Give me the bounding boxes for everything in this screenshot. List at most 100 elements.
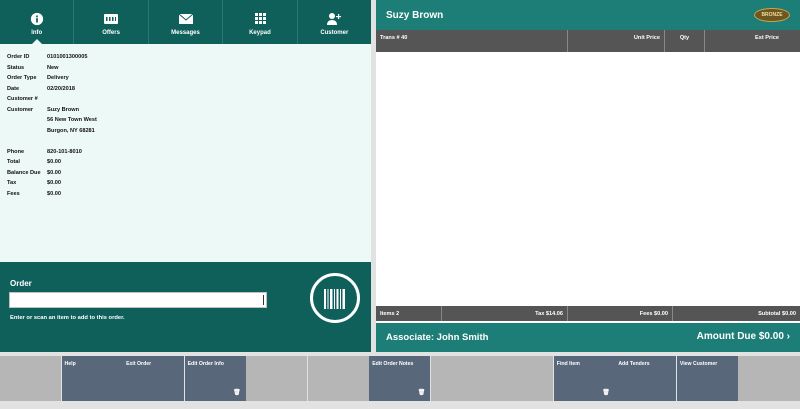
detail-row: Burgon, NY 68281 — [7, 128, 337, 139]
detail-row: Tax $0.00 — [7, 180, 337, 191]
footer-button-exit-order[interactable]: Exit Order — [123, 356, 185, 401]
detail-row: Customer Suzy Brown — [7, 107, 337, 118]
trash-icon: 🗑 — [417, 390, 426, 396]
customer-header: Suzy Brown BRONZE — [376, 0, 800, 30]
detail-key: Customer # — [7, 96, 38, 102]
detail-value: 820-101-8010 — [47, 148, 82, 155]
footer-button-add-tenders[interactable]: Add Tenders — [615, 356, 677, 401]
trash-icon: 🗑 — [602, 390, 610, 396]
footer-button-label: View Customer — [679, 361, 718, 367]
associate-name: Associate: John Smith — [386, 332, 489, 343]
item-entry-input[interactable] — [10, 297, 266, 312]
tab-messages[interactable]: Messages — [149, 0, 224, 44]
transaction-panel: Suzy Brown BRONZE Trans # 40 Unit Price … — [376, 0, 800, 352]
customer-name: Suzy Brown — [386, 10, 444, 21]
detail-row: Phone 820-101-8010 — [7, 149, 337, 160]
detail-value: New — [47, 64, 59, 71]
footer-button-empty — [0, 356, 62, 401]
detail-value: $0.00 — [47, 190, 61, 197]
info-tabbar: Info Offers Messages Keypad Customer — [0, 0, 371, 44]
footer-button-empty — [492, 356, 554, 401]
detail-key: Order Type — [7, 75, 37, 81]
detail-value: 56 New Town West — [47, 117, 97, 123]
detail-key: Phone — [7, 148, 25, 155]
detail-row: Date 02/20/2018 — [7, 86, 337, 97]
detail-value: 02/20/2018 — [47, 85, 75, 92]
col-unit-price: Unit Price — [568, 30, 665, 52]
detail-value: $0.00 — [47, 169, 61, 176]
trash-icon: 🗑 — [233, 390, 241, 396]
detail-key: Date — [7, 85, 20, 92]
footer-button-label: Exit Order — [126, 361, 152, 367]
amount-due-button[interactable]: Amount Due $0.00 › — [697, 331, 790, 342]
order-details: Order ID 0101001300005 Status New Order Type… — [7, 54, 337, 201]
envelope-icon — [178, 13, 193, 24]
fees-total: Fees $0.00 — [568, 306, 673, 321]
footer-button-find-item[interactable]: Find Item 🗑 — [553, 356, 615, 401]
detail-row: Status New — [7, 65, 337, 76]
items-count: Items 2 — [376, 306, 442, 321]
footer-button-label: Help — [64, 361, 76, 367]
footer-button-label: Add Tenders — [618, 361, 650, 367]
scan-barcode-button[interactable] — [310, 273, 360, 323]
order-hint: Enter or scan an item to add to this ord… — [10, 315, 125, 321]
detail-value: 0101001300005 — [47, 54, 88, 60]
footer-button-edit-order-info[interactable]: Edit Order Info 🗑 — [184, 356, 246, 401]
detail-key: Fees — [7, 190, 20, 197]
detail-key: Status — [7, 64, 25, 71]
detail-value: Delivery — [47, 75, 69, 81]
transaction-items-list[interactable] — [376, 52, 800, 306]
barcode-icon — [324, 289, 345, 309]
totals-bar: Items 2 Tax $14.06 Fees $0.00 Subtotal $… — [376, 306, 800, 321]
tab-customer[interactable]: Customer — [298, 0, 371, 44]
detail-key: Order ID — [7, 54, 30, 60]
detail-value: $0.00 — [47, 180, 61, 186]
detail-row: Order Type Delivery — [7, 75, 337, 86]
tab-keypad-label: Keypad — [249, 30, 271, 36]
footer-button-empty — [246, 356, 308, 401]
detail-row: Customer # — [7, 96, 337, 107]
tab-customer-label: Customer — [320, 30, 349, 36]
detail-row — [7, 138, 337, 149]
tab-keypad[interactable]: Keypad — [223, 0, 298, 44]
footer-button-edit-order-notes[interactable]: Edit Order Notes 🗑 — [369, 356, 431, 401]
add-customer-icon — [327, 13, 342, 25]
tab-info-label: Info — [31, 30, 43, 36]
footer-button-help[interactable]: Help — [61, 356, 123, 401]
footer-button-label: Edit Order Info — [187, 361, 224, 367]
pos-screen: Info Offers Messages Keypad Customer Ord… — [0, 0, 800, 409]
detail-value: Burgon, NY 68281 — [47, 127, 95, 134]
tax-total: Tax $14.06 — [442, 306, 568, 321]
transaction-table-header: Trans # 40 Unit Price Qty Est Price — [376, 30, 800, 52]
subtotal: Subtotal $0.00 — [758, 311, 796, 317]
associate-bar: Associate: John Smith Amount Due $0.00 › — [376, 323, 800, 352]
col-trans: Trans # 40 — [376, 30, 568, 52]
tab-info[interactable]: Info — [0, 0, 75, 44]
item-entry-field[interactable] — [9, 292, 267, 312]
tab-messages-label: Messages — [171, 30, 200, 36]
detail-row: Order ID 0101001300005 — [7, 54, 337, 65]
col-qty: Qty — [665, 30, 705, 52]
order-title: Order — [10, 279, 32, 288]
tab-offers-label: Offers — [102, 30, 120, 36]
footer-button-label: Edit Order Notes — [372, 361, 414, 367]
detail-key: Tax — [7, 180, 17, 186]
detail-value: Suzy Brown — [47, 106, 80, 113]
action-button-bar: Help Exit Order Edit Order Info 🗑 Edit Order… — [0, 356, 800, 409]
detail-key: Total — [7, 159, 20, 165]
detail-key: Balance Due — [7, 169, 41, 176]
offers-icon — [104, 14, 119, 24]
detail-key: Customer — [7, 106, 34, 113]
detail-row: Balance Due $0.00 — [7, 170, 337, 181]
footer-button-view-customer[interactable]: View Customer — [676, 356, 738, 401]
detail-row: Fees $0.00 — [7, 191, 337, 202]
info-icon — [30, 12, 43, 26]
loyalty-badge: BRONZE — [754, 8, 790, 22]
detail-row: 56 New Town West — [7, 117, 337, 128]
detail-value: $0.00 — [47, 159, 61, 165]
footer-button-empty — [738, 356, 800, 401]
tab-offers[interactable]: Offers — [74, 0, 149, 44]
footer-button-empty — [430, 356, 492, 401]
col-est-price: Est Price — [755, 35, 779, 41]
detail-row: Total $0.00 — [7, 159, 337, 170]
